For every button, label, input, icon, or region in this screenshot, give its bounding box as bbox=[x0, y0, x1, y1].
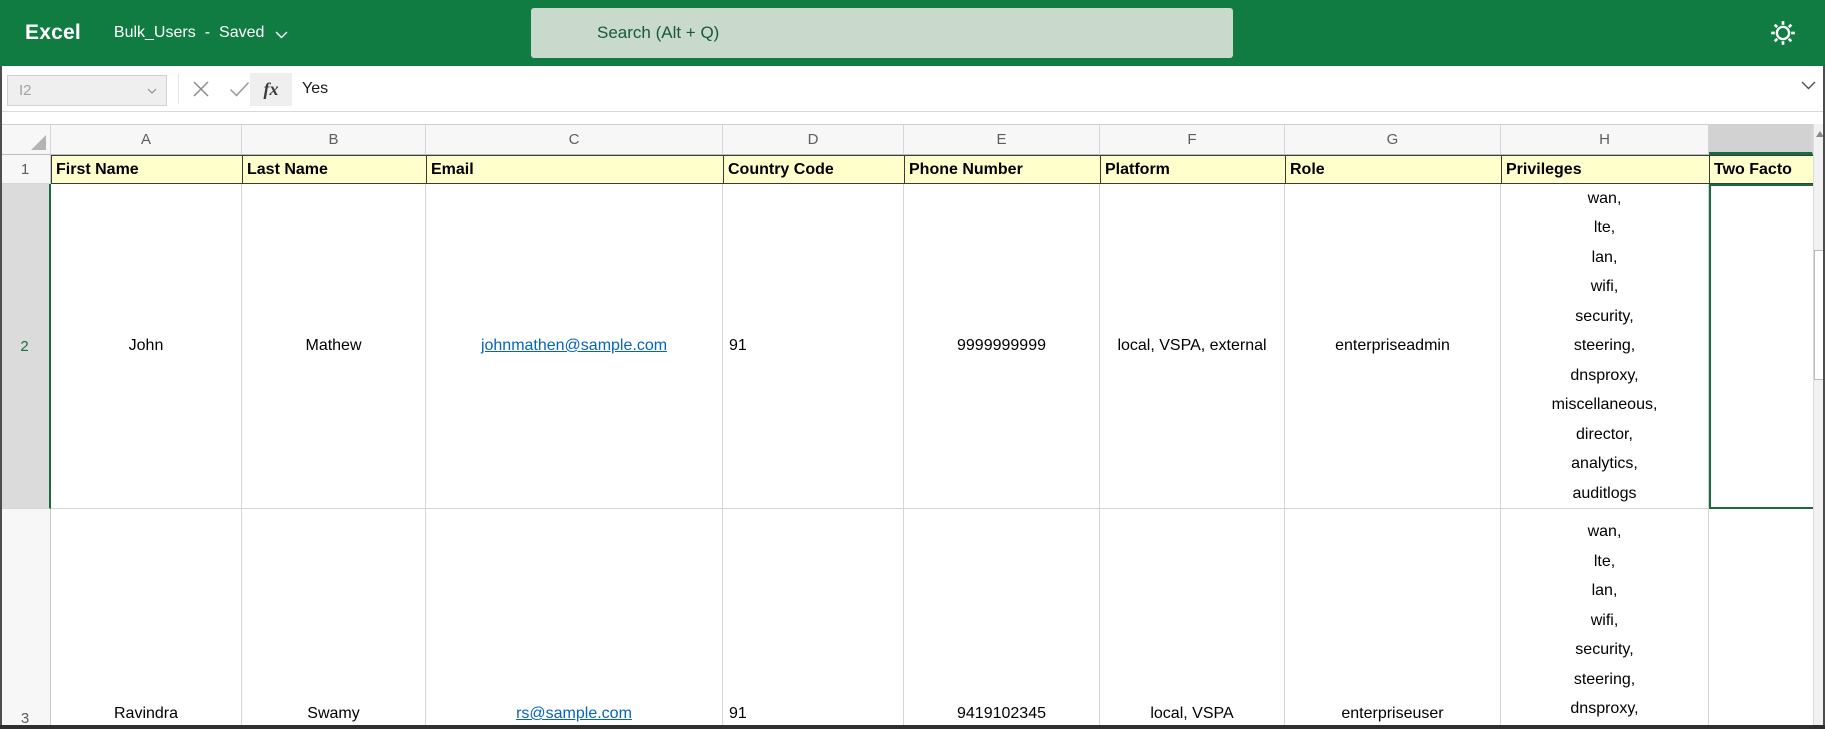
privilege-line: security, bbox=[1575, 641, 1634, 658]
check-icon bbox=[229, 81, 250, 97]
save-status[interactable]: Saved bbox=[219, 24, 264, 42]
suite-bar: Excel Bulk_Users - Saved bbox=[0, 0, 1825, 66]
cancel-button[interactable] bbox=[185, 66, 217, 112]
document-title-group[interactable]: Bulk_Users - Saved bbox=[114, 24, 289, 42]
spreadsheet-row-3: 3 Ravindra Swamy rs@sample.com 91 941910… bbox=[0, 509, 1825, 729]
formula-input[interactable]: Yes bbox=[302, 66, 1202, 112]
column-header-b[interactable]: B bbox=[242, 125, 426, 155]
cell-e2[interactable]: 9999999999 bbox=[904, 184, 1100, 509]
window-border-left bbox=[0, 66, 2, 729]
row-header-3[interactable]: 3 bbox=[0, 509, 51, 729]
formula-bar-divider bbox=[178, 74, 179, 104]
cell-g1[interactable]: Role bbox=[1285, 155, 1501, 184]
privilege-line: miscellaneous, bbox=[1551, 396, 1658, 414]
column-header-f[interactable]: F bbox=[1100, 125, 1285, 155]
window-border-bottom bbox=[0, 725, 1825, 729]
privilege-line: wifi, bbox=[1590, 611, 1619, 629]
privilege-line: steering, bbox=[1573, 337, 1636, 355]
column-header-a[interactable]: A bbox=[51, 125, 242, 155]
email-link[interactable]: johnmathen@sample.com bbox=[481, 337, 667, 355]
privilege-line: lan, bbox=[1591, 582, 1618, 599]
cell-b1[interactable]: Last Name bbox=[242, 155, 426, 184]
document-title[interactable]: Bulk_Users bbox=[114, 24, 196, 42]
privilege-line: steering, bbox=[1573, 670, 1636, 688]
spreadsheet-row-2: 2 John Mathew johnmathen@sample.com 91 9… bbox=[0, 184, 1825, 509]
privilege-line: dnsproxy, bbox=[1570, 366, 1639, 384]
cell-i2-selected[interactable] bbox=[1709, 184, 1813, 509]
row-header-1[interactable]: 1 bbox=[0, 155, 51, 184]
privilege-line: lte, bbox=[1593, 219, 1616, 237]
cell-c2[interactable]: johnmathen@sample.com bbox=[426, 184, 723, 509]
column-header-c[interactable]: C bbox=[426, 125, 723, 155]
cell-f1[interactable]: Platform bbox=[1100, 155, 1285, 184]
column-header-d[interactable]: D bbox=[723, 125, 904, 155]
cell-f3[interactable]: local, VSPA bbox=[1100, 509, 1285, 729]
insert-function-button[interactable]: fx bbox=[250, 73, 292, 106]
expand-formula-bar-chevron-down-icon[interactable] bbox=[1801, 81, 1816, 90]
cell-h1[interactable]: Privileges bbox=[1501, 155, 1709, 184]
gear-icon bbox=[1768, 18, 1798, 48]
column-header-e[interactable]: E bbox=[904, 125, 1100, 155]
cell-i1[interactable]: Two Facto bbox=[1709, 155, 1813, 184]
privilege-line: dnsproxy, bbox=[1570, 700, 1639, 717]
search-input[interactable] bbox=[531, 8, 1233, 58]
cell-f2[interactable]: local, VSPA, external bbox=[1100, 184, 1285, 509]
privilege-line: lan, bbox=[1591, 248, 1618, 266]
column-headers: A B C D E F G H bbox=[0, 124, 1825, 155]
cell-a1[interactable]: First Name bbox=[51, 155, 242, 184]
cancel-x-icon bbox=[192, 80, 210, 98]
cell-d1[interactable]: Country Code bbox=[723, 155, 904, 184]
select-all-button[interactable] bbox=[0, 125, 51, 155]
privilege-line: wifi, bbox=[1590, 278, 1619, 296]
column-header-i-selected[interactable] bbox=[1709, 125, 1813, 155]
excel-online-window: Excel Bulk_Users - Saved Search (Alt + Q… bbox=[0, 0, 1825, 729]
cell-h2-privileges[interactable]: wan, lte, lan, wifi, security, steering, dnspr… bbox=[1501, 184, 1709, 509]
privilege-line: auditlogs bbox=[1572, 484, 1637, 502]
cell-d2[interactable]: 91 bbox=[723, 184, 904, 509]
fx-icon: fx bbox=[263, 79, 279, 99]
cell-i3[interactable] bbox=[1709, 509, 1813, 729]
privilege-line: wan, bbox=[1587, 189, 1622, 207]
cell-d3[interactable]: 91 bbox=[723, 509, 904, 729]
privilege-line: analytics, bbox=[1571, 455, 1638, 473]
name-box-chevron-down-icon[interactable] bbox=[147, 88, 157, 94]
row-header-2[interactable]: 2 bbox=[0, 184, 51, 509]
privilege-line: director, bbox=[1576, 425, 1633, 443]
cell-b3[interactable]: Swamy bbox=[242, 509, 426, 729]
privilege-line: wan, bbox=[1587, 523, 1622, 540]
column-header-g[interactable]: G bbox=[1285, 125, 1501, 155]
cell-e3[interactable]: 9419102345 bbox=[904, 509, 1100, 729]
spreadsheet-row-1: 1 First Name Last Name Email Country Cod… bbox=[0, 155, 1825, 184]
chevron-down-icon[interactable] bbox=[275, 31, 288, 39]
formula-bar: I2 fx Yes bbox=[0, 66, 1825, 112]
cell-e1[interactable]: Phone Number bbox=[904, 155, 1100, 184]
cell-a3[interactable]: Ravindra bbox=[51, 509, 242, 729]
cell-h3-privileges[interactable]: wan, lte, lan, wifi, security, steering, dnspr… bbox=[1501, 509, 1709, 729]
cell-c3[interactable]: rs@sample.com bbox=[426, 509, 723, 729]
privilege-line: lte, bbox=[1593, 552, 1616, 570]
cell-g3[interactable]: enterpriseuser bbox=[1285, 509, 1501, 729]
cell-b2[interactable]: Mathew bbox=[242, 184, 426, 509]
cell-a2[interactable]: John bbox=[51, 184, 242, 509]
cell-reference: I2 bbox=[19, 82, 32, 99]
title-separator: - bbox=[204, 24, 211, 41]
cell-g2[interactable]: enterpriseadmin bbox=[1285, 184, 1501, 509]
cell-c1[interactable]: Email bbox=[426, 155, 723, 184]
select-all-triangle-icon bbox=[31, 135, 46, 150]
name-box[interactable]: I2 bbox=[7, 75, 167, 106]
excel-logo[interactable]: Excel bbox=[25, 21, 81, 45]
privilege-line: security, bbox=[1575, 307, 1634, 325]
formula-bar-gap bbox=[0, 112, 1825, 124]
email-link[interactable]: rs@sample.com bbox=[516, 705, 632, 723]
settings-button[interactable] bbox=[1767, 17, 1799, 49]
column-header-h[interactable]: H bbox=[1501, 125, 1709, 155]
